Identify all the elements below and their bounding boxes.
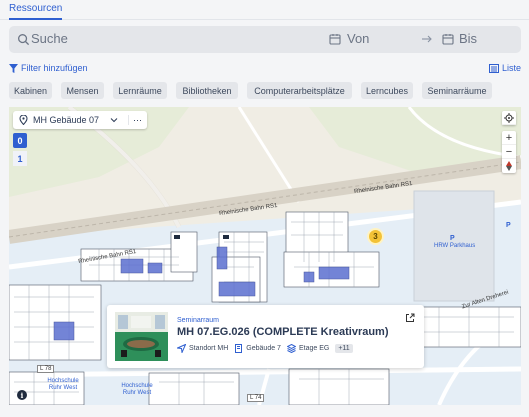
calendar-icon [442,34,454,45]
chip-bibliotheken[interactable]: Bibliotheken [176,82,238,99]
map-label-station: Hochschule Ruhr West [121,383,153,396]
room-location: Standort MH [189,344,229,352]
to-date-input[interactable]: Bis [459,31,477,46]
floor-button-1[interactable]: 1 [13,151,27,166]
room-photo [115,312,168,361]
parking-icon: P [506,222,511,229]
floor-button-0[interactable]: 0 [13,133,27,148]
building-icon [235,343,243,353]
chip-lerncubes[interactable]: Lerncubes [361,82,413,99]
zoom-in-button[interactable]: + [502,131,516,145]
tab-bar: Ressourcen [0,0,529,20]
road-sign-l74: L 74 [247,394,265,402]
location-pin-icon [19,115,28,125]
crosshair-icon [502,111,516,125]
building-select-value: MH Gebäude 07 [33,115,100,125]
from-date-input[interactable]: Von [347,31,369,46]
list-icon [488,63,499,73]
list-view-label: Liste [501,63,521,73]
external-link-icon[interactable] [405,313,415,323]
parking-icon: P [450,235,455,242]
search-bar: Suche Von Bis [9,26,521,53]
add-filter-label: Filter hinzufügen [21,63,88,73]
calendar-icon [329,34,341,45]
room-type: Seminarraum [177,317,220,324]
navigation-icon [177,343,186,353]
locate-button[interactable] [502,111,516,125]
zoom-controls: + − [502,131,516,173]
tab-ressourcen[interactable]: Ressourcen [9,3,63,20]
compass-icon[interactable] [502,159,516,173]
chevron-down-icon [110,118,118,123]
chip-computerarbeitsplaetze[interactable]: Computerarbeitsplätze [247,82,352,99]
map-view[interactable]: Rheinische Bahn RS1 Rheinische Bahn RS1 … [9,107,521,405]
chip-lernraeume[interactable]: Lernräume [113,82,167,99]
chip-mensen[interactable]: Mensen [61,82,104,99]
more-options-icon[interactable]: ⋯ [128,115,142,125]
building-select[interactable]: MH Gebäude 07 ⋯ [13,111,147,129]
chip-seminarraeume[interactable]: Seminarräume [422,82,492,99]
room-meta: Standort MH Gebäude 7 Etage EG +11 [177,343,353,353]
map-label-parking: HRW Parkhaus [434,243,476,249]
room-floor: Etage EG [298,344,330,352]
filter-icon [9,63,18,73]
arrow-right-icon [422,35,432,43]
info-icon[interactable]: i [17,390,27,400]
search-input[interactable]: Suche [31,31,68,46]
room-building: Gebäude 7 [246,344,281,352]
zoom-out-button[interactable]: − [502,145,516,159]
chip-kabinen[interactable]: Kabinen [9,82,52,99]
road-sign-l78: L 78 [37,365,55,373]
add-filter-button[interactable]: Filter hinzufügen [9,62,88,74]
layers-icon [286,343,296,353]
room-card[interactable]: Seminarraum MH 07.EG.026 (COMPLETE Kreat… [107,305,424,368]
search-icon [18,34,30,46]
list-view-button[interactable]: Liste [488,62,521,74]
room-cluster-marker[interactable]: 3 [367,228,384,245]
more-attributes-badge[interactable]: +11 [335,343,353,353]
map-label-station: Hochschule Ruhr West [47,378,79,391]
room-title: MH 07.EG.026 (COMPLETE Kreativraum) [177,326,389,338]
